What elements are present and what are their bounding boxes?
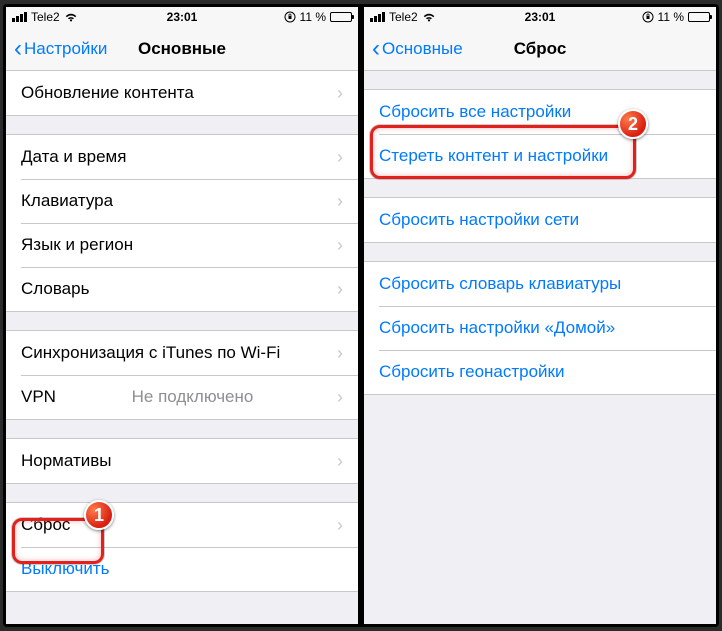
row-reset-all-settings[interactable]: Сбросить все настройки — [364, 90, 716, 134]
row-label: VPN — [21, 387, 56, 407]
row-label: Клавиатура — [21, 191, 113, 211]
chevron-right-icon: › — [337, 235, 343, 256]
reset-list[interactable]: Сбросить все настройки Стереть контент и… — [364, 71, 716, 624]
row-dictionary[interactable]: Словарь › — [6, 267, 358, 311]
chevron-right-icon: › — [337, 279, 343, 300]
row-label: Синхронизация с iTunes по Wi-Fi — [21, 343, 280, 363]
status-time: 23:01 — [364, 10, 716, 24]
phone-left: Tele2 23:01 11 % ‹ Настройки Основные — [6, 7, 358, 624]
chevron-left-icon: ‹ — [372, 37, 380, 61]
chevron-left-icon: ‹ — [14, 37, 22, 61]
back-label: Основные — [382, 39, 463, 59]
row-label: Сбросить настройки сети — [379, 210, 579, 230]
nav-bar: ‹ Настройки Основные — [6, 27, 358, 71]
settings-list[interactable]: Обновление контента › Дата и время › Кла… — [6, 71, 358, 624]
status-time: 23:01 — [6, 10, 358, 24]
chevron-right-icon: › — [337, 83, 343, 104]
chevron-right-icon: › — [337, 191, 343, 212]
chevron-right-icon: › — [337, 387, 343, 408]
row-label: Нормативы — [21, 451, 112, 471]
row-label: Выключить — [21, 559, 109, 579]
row-reset-network[interactable]: Сбросить настройки сети — [364, 198, 716, 242]
back-button[interactable]: ‹ Настройки — [14, 37, 107, 61]
row-label: Словарь — [21, 279, 89, 299]
nav-bar: ‹ Основные Сброс — [364, 27, 716, 71]
row-label: Сбросить настройки «Домой» — [379, 318, 615, 338]
row-label: Сбросить все настройки — [379, 102, 571, 122]
battery-icon — [330, 12, 352, 22]
chevron-right-icon: › — [337, 451, 343, 472]
status-bar: Tele2 23:01 11 % — [364, 7, 716, 27]
row-reset[interactable]: Сброс › — [6, 503, 358, 547]
row-reset-home-layout[interactable]: Сбросить настройки «Домой» — [364, 306, 716, 350]
row-erase-all-content[interactable]: Стереть контент и настройки — [364, 134, 716, 178]
chevron-right-icon: › — [337, 147, 343, 168]
row-label: Сбросить геонастройки — [379, 362, 565, 382]
row-language-region[interactable]: Язык и регион › — [6, 223, 358, 267]
row-shutdown[interactable]: Выключить — [6, 547, 358, 591]
row-reset-keyboard-dict[interactable]: Сбросить словарь клавиатуры — [364, 262, 716, 306]
back-button[interactable]: ‹ Основные — [372, 37, 463, 61]
row-label: Сброс — [21, 515, 70, 535]
row-regulatory[interactable]: Нормативы › — [6, 439, 358, 483]
screenshot-pair: Tele2 23:01 11 % ‹ Настройки Основные — [3, 4, 719, 627]
row-reset-location[interactable]: Сбросить геонастройки — [364, 350, 716, 394]
row-vpn[interactable]: VPN Не подключено › — [6, 375, 358, 419]
back-label: Настройки — [24, 39, 107, 59]
chevron-right-icon: › — [337, 515, 343, 536]
row-date-time[interactable]: Дата и время › — [6, 135, 358, 179]
battery-icon — [688, 12, 710, 22]
status-bar: Tele2 23:01 11 % — [6, 7, 358, 27]
row-label: Обновление контента — [21, 83, 194, 103]
phone-right: Tele2 23:01 11 % ‹ Основные Сброс — [364, 7, 716, 624]
chevron-right-icon: › — [337, 343, 343, 364]
row-detail: Не подключено — [132, 387, 262, 407]
row-keyboard[interactable]: Клавиатура › — [6, 179, 358, 223]
row-content-update[interactable]: Обновление контента › — [6, 71, 358, 115]
row-label: Сбросить словарь клавиатуры — [379, 274, 621, 294]
row-label: Язык и регион — [21, 235, 133, 255]
row-label: Дата и время — [21, 147, 126, 167]
row-itunes-wifi-sync[interactable]: Синхронизация с iTunes по Wi-Fi › — [6, 331, 358, 375]
row-label: Стереть контент и настройки — [379, 146, 608, 166]
